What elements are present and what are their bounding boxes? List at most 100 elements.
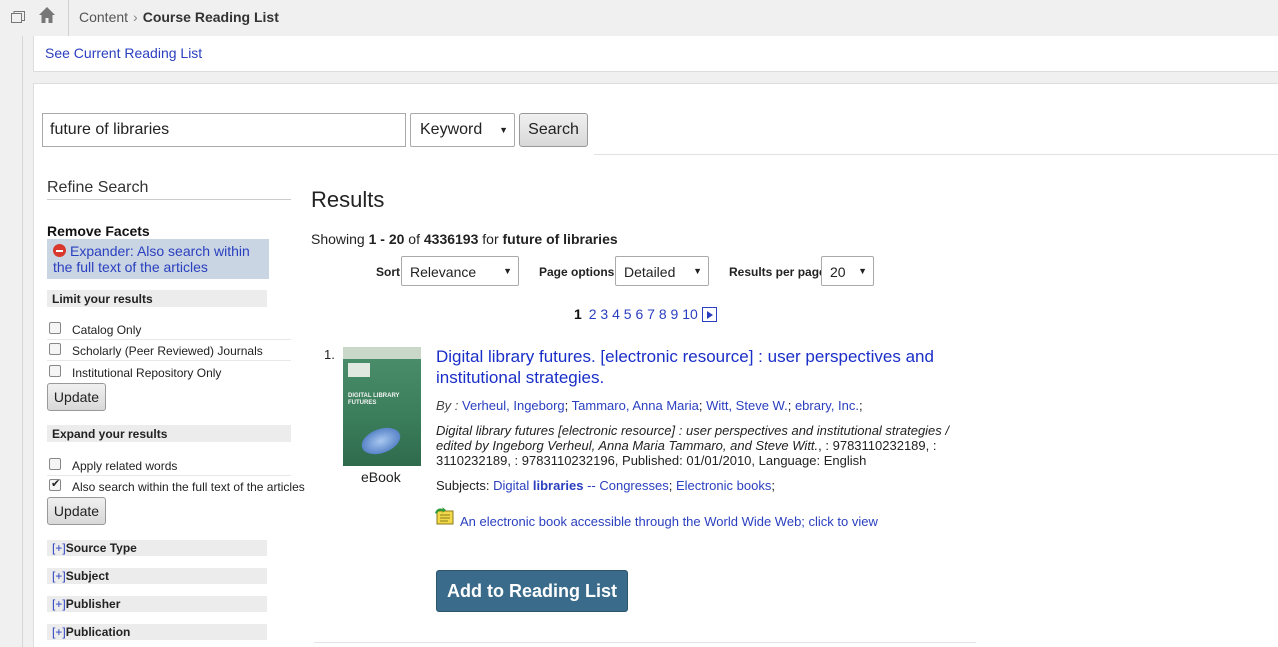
pagination: 1 2 3 4 5 6 7 8 9 10 bbox=[574, 306, 720, 322]
divider bbox=[314, 642, 976, 643]
ebook-access-link[interactable]: An electronic book accessible through th… bbox=[460, 514, 878, 529]
facet-publisher[interactable]: [+]Publisher bbox=[47, 596, 267, 612]
page-link[interactable]: 2 bbox=[589, 306, 597, 322]
facet-source-type[interactable]: [+]Source Type bbox=[47, 540, 267, 556]
divider bbox=[594, 154, 1278, 155]
sort-label: Sort bbox=[376, 265, 400, 279]
facet-subject[interactable]: [+]Subject bbox=[47, 568, 267, 584]
author-link[interactable]: Witt, Steve W. bbox=[706, 398, 788, 413]
reading-list-panel: See Current Reading List bbox=[33, 36, 1278, 72]
sort-select[interactable]: Relevance ▼ bbox=[401, 256, 519, 286]
chevron-down-icon: ▼ bbox=[499, 125, 508, 135]
home-icon[interactable] bbox=[38, 6, 56, 24]
page-link[interactable]: 8 bbox=[659, 306, 667, 322]
facet-publication[interactable]: [+]Publication bbox=[47, 624, 267, 640]
checkbox-label: Institutional Repository Only bbox=[72, 366, 222, 380]
search-type-value: Keyword bbox=[420, 121, 483, 138]
of-word: of bbox=[408, 231, 420, 247]
checkbox-label: Also search within the full text of the … bbox=[72, 480, 305, 494]
facet-label: Source Type bbox=[65, 541, 137, 555]
online-resource-icon bbox=[435, 507, 454, 525]
page-link[interactable]: 7 bbox=[647, 306, 655, 322]
checkbox[interactable] bbox=[49, 365, 61, 377]
checkbox[interactable] bbox=[49, 343, 61, 355]
subject-link[interactable]: Digital libraries -- Congresses bbox=[493, 478, 669, 493]
for-word: for bbox=[482, 231, 499, 247]
expand-option-full-text[interactable]: Also search within the full text of the … bbox=[47, 476, 305, 497]
update-expand-button[interactable]: Update bbox=[47, 497, 106, 525]
remove-icon[interactable] bbox=[53, 244, 66, 257]
format-label: eBook bbox=[361, 469, 401, 485]
divider bbox=[68, 0, 69, 36]
expand-facet-link[interactable]: [+] bbox=[52, 541, 66, 555]
limit-option-scholarly[interactable]: Scholarly (Peer Reviewed) Journals bbox=[47, 340, 291, 361]
cover-band bbox=[343, 347, 421, 359]
limit-option-catalog[interactable]: Catalog Only bbox=[47, 319, 291, 340]
limit-option-repository[interactable]: Institutional Repository Only bbox=[47, 362, 291, 383]
top-bar: Content › Course Reading List bbox=[0, 0, 1278, 36]
results-query: future of libraries bbox=[502, 231, 618, 247]
breadcrumb: Content › Course Reading List bbox=[79, 9, 279, 25]
page-options-label: Page options bbox=[539, 265, 615, 279]
expander-facet-link[interactable]: Expander: Also search within the full te… bbox=[53, 243, 250, 275]
expand-facet-link[interactable]: [+] bbox=[52, 625, 66, 639]
page-link[interactable]: 9 bbox=[671, 306, 679, 322]
author-link[interactable]: ebrary, Inc. bbox=[795, 398, 859, 413]
showing-prefix: Showing bbox=[311, 231, 365, 247]
page-link[interactable]: 10 bbox=[682, 306, 698, 322]
subject-link[interactable]: Electronic books bbox=[676, 478, 771, 493]
subjects-label: Subjects: bbox=[436, 478, 490, 493]
page-options-select[interactable]: Detailed ▼ bbox=[615, 256, 709, 286]
checkbox-label: Scholarly (Peer Reviewed) Journals bbox=[72, 344, 263, 358]
page-link[interactable]: 3 bbox=[600, 306, 608, 322]
results-per-page-value: 20 bbox=[830, 264, 846, 280]
author-link[interactable]: Verheul, Ingeborg bbox=[462, 398, 565, 413]
expand-facet-link[interactable]: [+] bbox=[52, 569, 66, 583]
results-per-page-label: Results per page bbox=[729, 265, 826, 279]
cover-logo bbox=[348, 363, 370, 377]
result-authors: By : Verheul, Ingeborg; Tammaro, Anna Ma… bbox=[436, 398, 863, 413]
results-per-page-select[interactable]: 20 ▼ bbox=[821, 256, 874, 286]
result-subjects: Subjects: Digital libraries -- Congresse… bbox=[436, 478, 775, 493]
see-current-reading-list-link[interactable]: See Current Reading List bbox=[45, 45, 202, 61]
breadcrumb-content-link[interactable]: Content bbox=[79, 9, 128, 25]
limit-results-heading: Limit your results bbox=[47, 290, 267, 307]
results-title: Results bbox=[311, 187, 385, 212]
left-strip bbox=[0, 36, 23, 647]
facet-label: Publisher bbox=[65, 597, 121, 611]
add-to-reading-list-button[interactable]: Add to Reading List bbox=[436, 570, 628, 612]
checkbox-checked[interactable] bbox=[49, 477, 61, 491]
update-limit-button[interactable]: Update bbox=[47, 383, 106, 411]
sort-value: Relevance bbox=[410, 264, 477, 280]
expand-results-heading: Expand your results bbox=[47, 425, 291, 442]
breadcrumb-current: Course Reading List bbox=[142, 9, 279, 25]
next-page-icon[interactable] bbox=[701, 307, 717, 322]
chevron-down-icon: ▼ bbox=[693, 266, 702, 276]
checkbox[interactable] bbox=[49, 458, 61, 470]
page-link[interactable]: 6 bbox=[635, 306, 643, 322]
expand-option-related-words[interactable]: Apply related words bbox=[47, 455, 291, 476]
result-number: 1. bbox=[324, 347, 335, 362]
author-link[interactable]: Tammaro, Anna Maria bbox=[572, 398, 699, 413]
expand-facet-link[interactable]: [+] bbox=[52, 597, 66, 611]
by-label: By : bbox=[436, 398, 459, 413]
cover-graphic bbox=[358, 422, 404, 460]
checkbox[interactable] bbox=[49, 322, 61, 334]
cover-title: DIGITAL LIBRARY FUTURES bbox=[348, 393, 400, 406]
page-link[interactable]: 4 bbox=[612, 306, 620, 322]
result-title-link[interactable]: Digital library futures. [electronic res… bbox=[436, 346, 996, 388]
search-input[interactable] bbox=[42, 113, 406, 147]
result-description: Digital library futures [electronic reso… bbox=[436, 423, 976, 468]
page-options-value: Detailed bbox=[624, 264, 676, 280]
book-cover-image[interactable]: DIGITAL LIBRARY FUTURES bbox=[343, 347, 421, 466]
page-current: 1 bbox=[574, 306, 582, 322]
page-link[interactable]: 5 bbox=[624, 306, 632, 322]
results-summary: Showing 1 - 20 of 4336193 for future of … bbox=[311, 231, 618, 247]
search-type-select[interactable]: Keyword ▼ bbox=[410, 113, 515, 147]
window-toggle-icon[interactable] bbox=[11, 11, 25, 23]
main-panel: Keyword ▼ Search Refine Search Remove Fa… bbox=[33, 83, 1278, 647]
active-facet-expander[interactable]: Expander: Also search within the full te… bbox=[47, 239, 269, 279]
results-range: 1 - 20 bbox=[368, 231, 405, 247]
facet-label: Subject bbox=[65, 569, 110, 583]
search-button[interactable]: Search bbox=[519, 113, 588, 147]
